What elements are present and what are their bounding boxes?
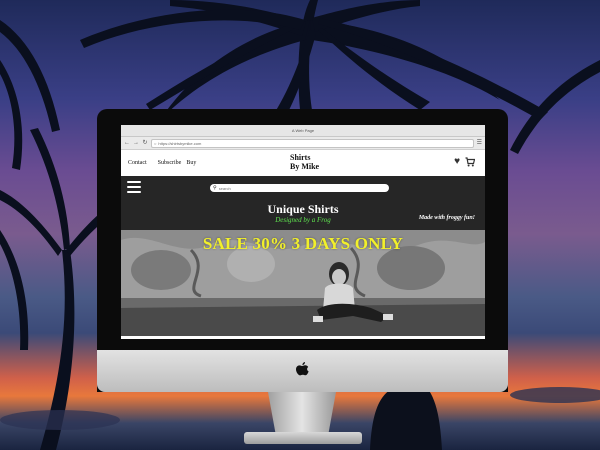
site-nav: Contact Subscribe Buy: [128, 160, 196, 166]
search-input[interactable]: [218, 185, 359, 191]
site-search[interactable]: ⚲: [210, 184, 389, 192]
address-bar-url: https://shirtsbymike.com: [158, 140, 202, 146]
address-bar[interactable]: ○ https://shirtsbymike.com: [151, 138, 474, 148]
heart-icon[interactable]: ♥: [454, 157, 460, 167]
browser-menu-hamburger-icon[interactable]: ☰: [477, 138, 482, 148]
nav-link-buy[interactable]: Buy: [186, 160, 196, 166]
site-logo-line1: Shirts: [290, 153, 311, 162]
site-logo[interactable]: Shirts By Mike: [290, 153, 319, 171]
imac-foot: [244, 432, 362, 444]
reload-icon[interactable]: ↻: [142, 138, 148, 148]
browser-toolbar: ← → ↻ ○ https://shirtsbymike.com ☰: [121, 137, 485, 150]
forward-arrow-icon[interactable]: →: [133, 138, 139, 148]
site-logo-line2: By Mike: [290, 162, 320, 171]
cart-icon[interactable]: [465, 157, 475, 167]
imac-stand: [268, 392, 336, 436]
back-arrow-icon[interactable]: ←: [124, 138, 130, 148]
site-header-icons: ♥: [454, 157, 475, 167]
screen-bottom-edge: [121, 337, 485, 339]
monitor-screen: A Web Page ← → ↻ ○ https://shirtsbymike.…: [121, 125, 485, 337]
nav-link-contact[interactable]: Contact: [128, 160, 147, 166]
hero-banner[interactable]: SALE 30% 3 DAYS ONLY: [121, 230, 485, 336]
site-menu-hamburger-icon[interactable]: [127, 181, 141, 196]
apple-logo-icon: [296, 362, 309, 376]
browser-window-title: A Web Page: [121, 125, 485, 137]
lock-icon: ○: [154, 140, 157, 146]
nav-link-subscribe[interactable]: Subscribe: [158, 160, 182, 166]
site-header: Contact Subscribe Buy Shirts By Mike ♥: [121, 150, 485, 176]
sale-banner-text: SALE 30% 3 DAYS ONLY: [202, 234, 404, 253]
site-brand-band: ⚲ Unique Shirts Designed by a Frog Made …: [121, 176, 485, 230]
search-icon: ⚲: [213, 185, 217, 191]
brand-tagline: Made with froggy fun!: [418, 215, 475, 221]
